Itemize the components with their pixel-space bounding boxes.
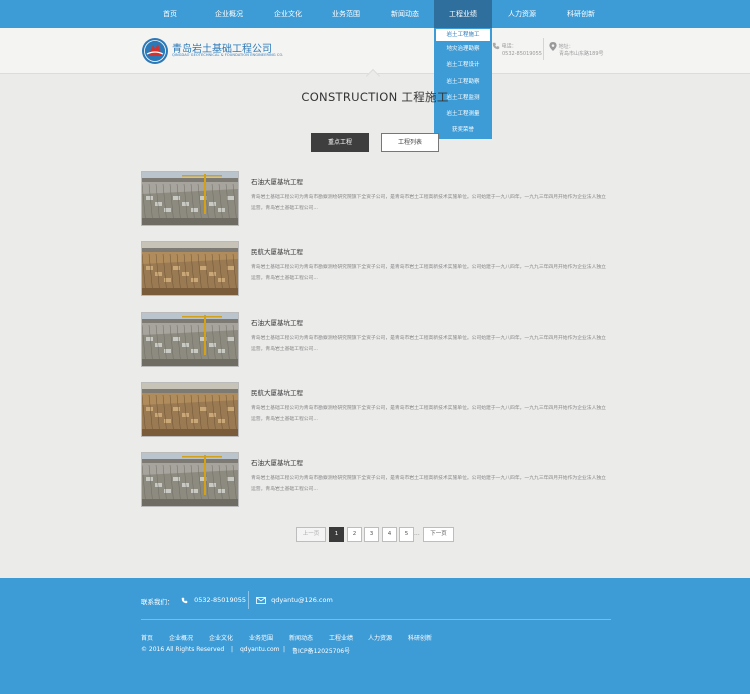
header-divider [543,38,544,60]
location-pin-icon [549,42,559,51]
site-header: 青岛岩土基础工程公司 QINGDAO GEOTECHNICAL & FOUNDA… [0,28,750,74]
footer-nav-hr[interactable]: 人力资源 [368,633,392,642]
projects-dropdown: 岩土工程施工 地灾治理勘察 岩土工程设计 岩土工程勘察 岩土工程监测 岩土工程测… [434,28,492,139]
footer-separator: | [231,646,234,653]
footer-nav-home[interactable]: 首页 [141,633,153,642]
pagination-ellipsis: ... [414,530,420,537]
footer-phone: 0532-85019055 [181,596,246,604]
address-label: 地址： [558,44,574,50]
phone-icon [492,42,502,50]
footer-icp[interactable]: 鲁ICP备12025706号 [292,646,350,655]
header-phone: 电话： 0532-85019055 [492,42,542,58]
site-footer: 联系我们： 0532-85019055 qdyantu@126.com 首页 企… [0,578,750,694]
project-item[interactable]: 石油大厦基坑工程青岛岩土基础工程公司为青岛市勘察测绘研究院旗下全资子公司，是青岛… [141,171,611,227]
footer-rule [141,619,611,620]
page-title: CONSTRUCTION 工程施工 [301,90,449,104]
project-description: 青岛岩土基础工程公司为青岛市勘察测绘研究院旗下全资子公司，是青岛市岩土工程高新技… [251,195,606,211]
pagination-page[interactable]: 5 [399,527,414,542]
project-title[interactable]: 石油大厦基坑工程 [251,457,303,467]
project-description: 青岛岩土基础工程公司为青岛市勘察测绘研究院旗下全资子公司，是青岛市岩土工程高新技… [251,476,606,492]
project-title[interactable]: 民航大厦基坑工程 [251,246,303,256]
footer-email: qdyantu@126.com [256,596,333,604]
top-nav: 首页 企业概况 企业文化 业务范围 新闻动态 工程业绩 人力资源 科研创新 [0,0,750,28]
project-thumbnail[interactable] [141,382,239,437]
dropdown-item-measurement[interactable]: 岩土工程测量 [434,106,492,122]
project-item[interactable]: 民航大厦基坑工程青岛岩土基础工程公司为青岛市勘察测绘研究院旗下全资子公司，是青岛… [141,382,611,438]
nav-item-news[interactable]: 新闻动态 [381,0,429,28]
project-title[interactable]: 石油大厦基坑工程 [251,176,303,186]
footer-nav-projects[interactable]: 工程业绩 [329,633,353,642]
tab-key-projects[interactable]: 重点工程 [311,133,369,152]
footer-nav-culture[interactable]: 企业文化 [209,633,233,642]
project-item[interactable]: 石油大厦基坑工程青岛岩土基础工程公司为青岛市勘察测绘研究院旗下全资子公司，是青岛… [141,312,611,368]
dropdown-item-construction[interactable]: 岩土工程施工 [436,29,490,41]
logo-emblem[interactable] [141,37,169,65]
pagination-next[interactable]: 下一页 [423,527,454,542]
project-description: 青岛岩土基础工程公司为青岛市勘察测绘研究院旗下全资子公司，是青岛市岩土工程高新技… [251,336,606,352]
nav-item-hr[interactable]: 人力资源 [498,0,546,28]
pagination-page[interactable]: 1 [329,527,344,542]
nav-item-projects[interactable]: 工程业绩 [434,0,492,28]
nav-item-home[interactable]: 首页 [150,0,190,28]
pagination-page[interactable]: 3 [364,527,379,542]
footer-email-address[interactable]: qdyantu@126.com [271,596,333,604]
tab-project-list[interactable]: 工程列表 [381,133,439,152]
phone-label: 电话： [501,43,517,50]
nav-item-overview[interactable]: 企业概况 [205,0,253,28]
footer-site[interactable]: qdyantu.com [240,646,280,653]
nav-item-research[interactable]: 科研创新 [557,0,605,28]
dropdown-item-hazard[interactable]: 地灾治理勘察 [434,41,492,57]
dropdown-item-awards[interactable]: 获奖荣誉 [434,122,492,138]
header-address: 地址： 青岛市山东路189号 [549,42,604,58]
footer-contact-label: 联系我们： [141,598,174,606]
mail-icon [256,596,268,604]
footer-copyright: © 2016 All Rights Reserved [141,646,225,653]
address-text: 青岛市山东路189号 [559,51,604,57]
footer-nav-research[interactable]: 科研创新 [408,633,432,642]
nav-item-business[interactable]: 业务范围 [322,0,370,28]
project-description: 青岛岩土基础工程公司为青岛市勘察测绘研究院旗下全资子公司，是青岛市岩土工程高新技… [251,265,606,281]
pagination-page[interactable]: 4 [382,527,397,542]
project-description: 青岛岩土基础工程公司为青岛市勘察测绘研究院旗下全资子公司，是青岛市岩土工程高新技… [251,406,606,422]
dropdown-item-survey[interactable]: 岩土工程勘察 [434,74,492,90]
footer-nav-news[interactable]: 新闻动态 [289,633,313,642]
footer-divider [248,591,249,609]
footer-phone-number: 0532-85019055 [194,596,247,604]
pagination-page[interactable]: 2 [347,527,362,542]
pagination-prev[interactable]: 上一页 [296,527,326,542]
project-thumbnail[interactable] [141,312,239,367]
project-thumbnail[interactable] [141,452,239,507]
project-title[interactable]: 石油大厦基坑工程 [251,317,303,327]
project-item[interactable]: 石油大厦基坑工程青岛岩土基础工程公司为青岛市勘察测绘研究院旗下全资子公司，是青岛… [141,452,611,508]
project-title[interactable]: 民航大厦基坑工程 [251,387,303,397]
phone-number: 0532-85019055 [502,50,542,57]
phone-icon [181,596,190,604]
project-thumbnail[interactable] [141,171,239,226]
project-item[interactable]: 民航大厦基坑工程青岛岩土基础工程公司为青岛市勘察测绘研究院旗下全资子公司，是青岛… [141,241,611,297]
footer-separator: | [283,646,286,653]
project-thumbnail[interactable] [141,241,239,296]
nav-item-culture[interactable]: 企业文化 [264,0,312,28]
dropdown-item-design[interactable]: 岩土工程设计 [434,57,492,73]
footer-nav-business[interactable]: 业务范围 [249,633,273,642]
footer-nav-overview[interactable]: 企业概况 [169,633,193,642]
company-name-en: QINGDAO GEOTECHNICAL & FOUNDATION ENGINE… [172,53,284,57]
